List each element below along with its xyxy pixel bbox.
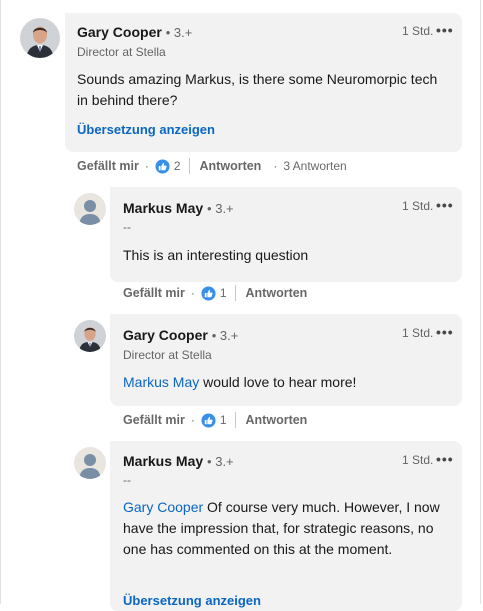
reply-author-headline: --: [123, 473, 131, 487]
action-divider: [234, 285, 236, 301]
more-options-icon[interactable]: •••: [436, 324, 454, 340]
action-divider: [188, 158, 190, 174]
connection-degree: • 3.+: [207, 454, 234, 469]
reply-author-headline: --: [123, 220, 131, 234]
reaction-summary[interactable]: 2: [155, 158, 181, 174]
reaction-count: 2: [173, 159, 181, 173]
comment-text: Sounds amazing Markus, is there some Neu…: [77, 71, 438, 108]
commenter-name[interactable]: Gary Cooper • 3.+: [77, 24, 192, 40]
action-divider: [234, 412, 236, 428]
connection-degree: • 3.+: [211, 328, 239, 343]
reply-author-name-text[interactable]: Markus May: [123, 200, 203, 216]
reply-author-name-text[interactable]: Gary Cooper: [123, 327, 208, 343]
reply-time: 1 Std.: [402, 199, 434, 213]
commenter-name-text[interactable]: Gary Cooper: [77, 24, 162, 40]
reply-author-name[interactable]: Markus May • 3.+: [123, 200, 234, 216]
reply-text: Markus May would love to hear more!: [123, 372, 453, 393]
frame-border-right: [480, 0, 481, 604]
translate-link[interactable]: Übersetzung anzeigen: [123, 593, 261, 608]
like-button[interactable]: Gefällt mir: [77, 159, 139, 173]
more-options-icon[interactable]: •••: [436, 197, 454, 213]
frame-border-left: [0, 0, 1, 604]
reply-author-name[interactable]: Gary Cooper • 3.+: [123, 327, 238, 343]
default-avatar-icon: [74, 193, 106, 225]
more-options-icon[interactable]: •••: [436, 451, 454, 467]
separator-dot: ·: [190, 286, 195, 300]
mention-link[interactable]: Markus May: [123, 374, 199, 390]
reply-author-name-text[interactable]: Markus May: [123, 453, 203, 469]
separator-dot: ·: [190, 413, 195, 427]
like-reaction-icon: [201, 412, 216, 428]
like-button[interactable]: Gefällt mir: [123, 286, 185, 300]
reply-actions: Gefällt mir · 1 Antworten: [123, 283, 307, 303]
avatar-markus-may[interactable]: [74, 193, 106, 225]
avatar-gary-cooper[interactable]: [74, 320, 106, 352]
reply-button[interactable]: Antworten: [200, 159, 262, 173]
translate-link[interactable]: Übersetzung anzeigen: [77, 122, 215, 137]
gary-cooper-photo: [20, 18, 60, 58]
default-avatar-icon: [74, 447, 106, 479]
like-reaction-icon: [201, 285, 216, 301]
reply-author-headline: Director at Stella: [123, 348, 212, 362]
reply-text: Gary Cooper Of course very much. However…: [123, 497, 441, 560]
reaction-summary[interactable]: 1: [201, 285, 227, 301]
reply-time: 1 Std.: [402, 453, 434, 467]
mention-link[interactable]: Gary Cooper: [123, 499, 203, 515]
reaction-summary[interactable]: 1: [201, 412, 227, 428]
replies-count-link[interactable]: 3 Antworten: [283, 159, 346, 173]
reply-author-name[interactable]: Markus May • 3.+: [123, 453, 234, 469]
reaction-count: 1: [219, 413, 227, 427]
avatar-markus-may[interactable]: [74, 447, 106, 479]
connection-degree: • 3.+: [207, 201, 234, 216]
reply-text-content: would love to hear more!: [199, 374, 357, 390]
separator-dot: ·: [144, 159, 149, 173]
gary-cooper-photo: [74, 320, 106, 352]
commenter-headline: Director at Stella: [77, 45, 166, 59]
reply-actions: Gefällt mir · 1 Antworten: [123, 410, 307, 430]
like-button[interactable]: Gefällt mir: [123, 413, 185, 427]
avatar-gary-cooper[interactable]: [20, 18, 60, 58]
connection-degree: • 3.+: [165, 25, 193, 40]
reply-text: This is an interesting question: [123, 247, 309, 263]
reaction-count: 1: [219, 286, 227, 300]
like-reaction-icon: [155, 158, 170, 174]
reply-button[interactable]: Antworten: [246, 286, 308, 300]
reply-button[interactable]: Antworten: [246, 413, 308, 427]
separator-dot: ·: [273, 159, 278, 173]
comment-actions: Gefällt mir · 2 Antworten · 3 Antworten: [77, 156, 347, 176]
reply-time: 1 Std.: [402, 326, 434, 340]
comment-time: 1 Std.: [402, 24, 434, 38]
more-options-icon[interactable]: •••: [436, 22, 454, 38]
